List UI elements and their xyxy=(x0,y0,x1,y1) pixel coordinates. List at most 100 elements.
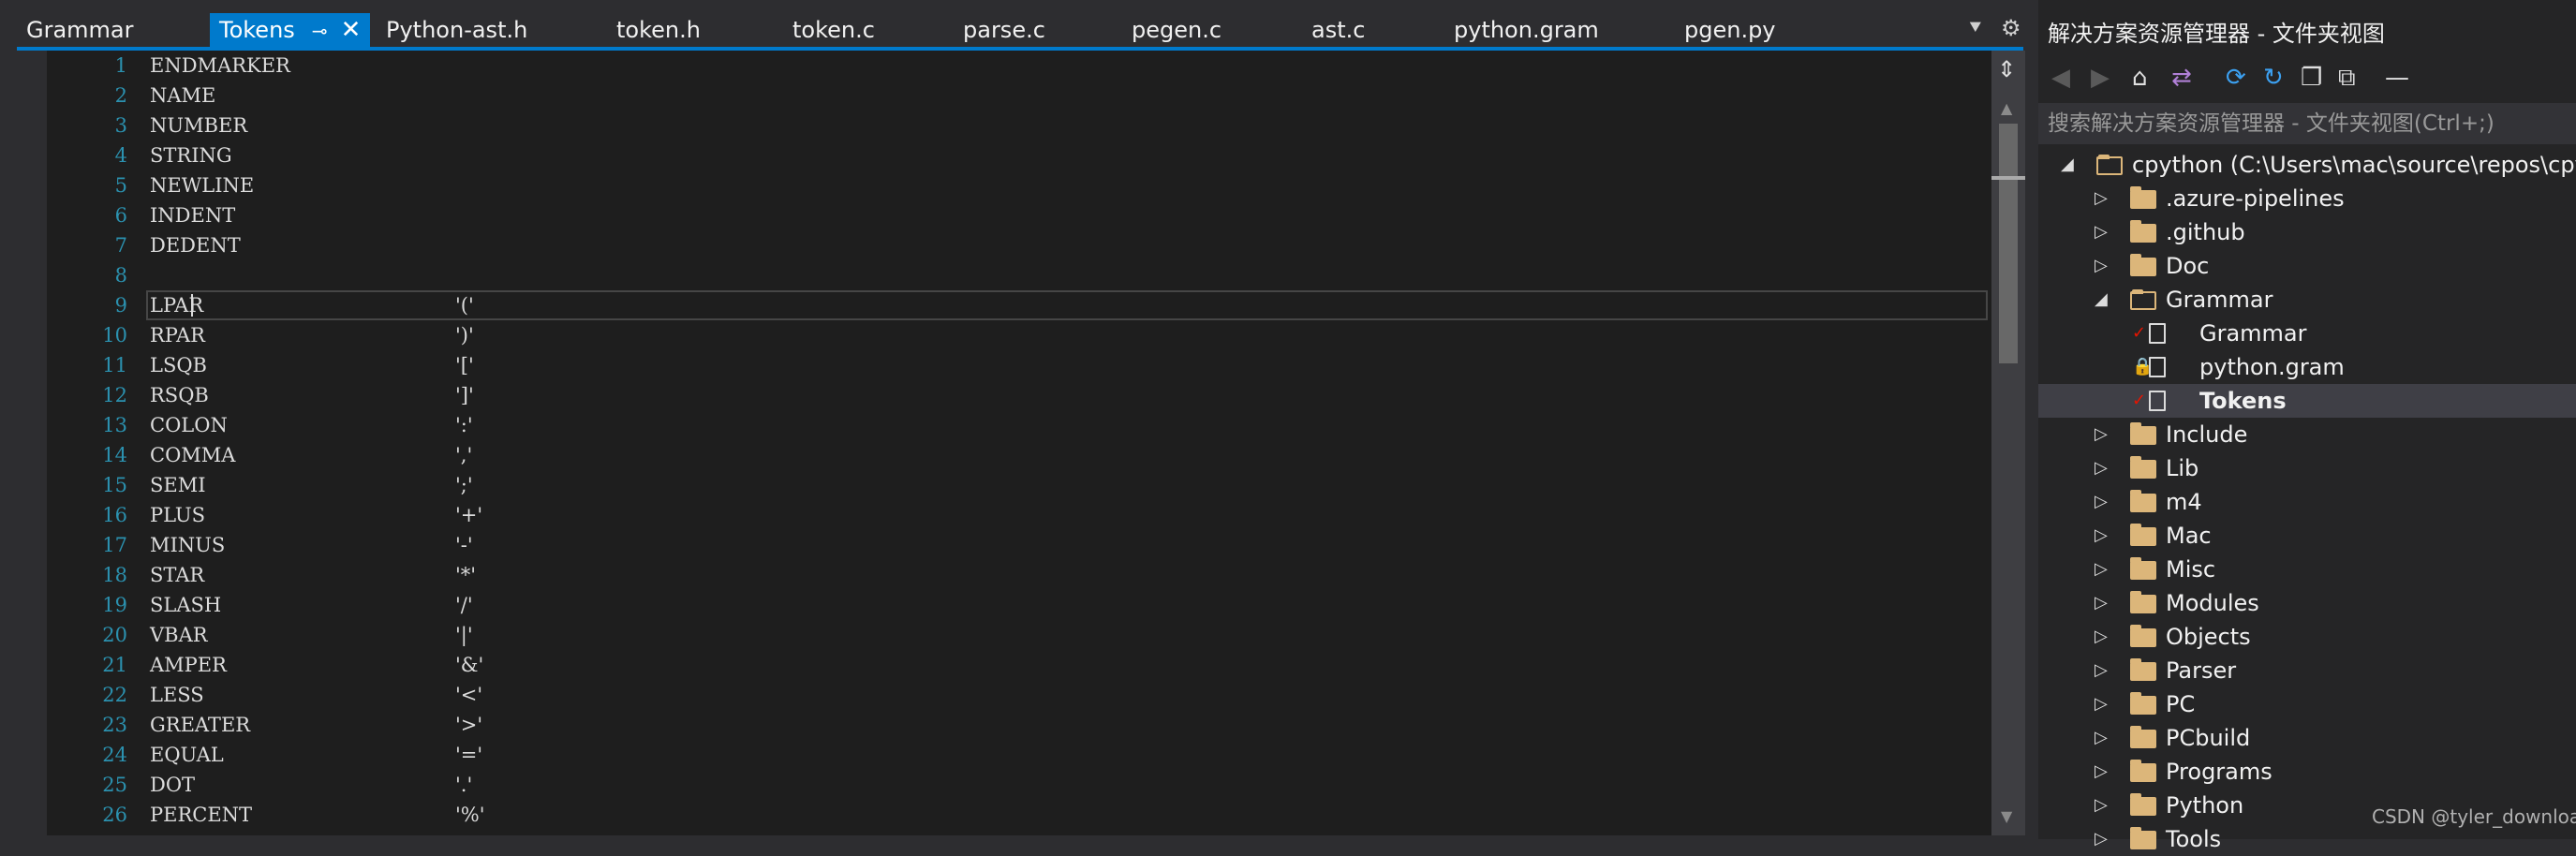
tree-file[interactable]: 🔒 python.gram xyxy=(2038,350,2576,384)
back-icon[interactable]: ◀ xyxy=(2051,64,2070,92)
tab-python-gram[interactable]: python.gram xyxy=(1454,13,1599,47)
collapsed-arrow-icon[interactable]: ▷ xyxy=(2095,822,2108,856)
token-value: ']' xyxy=(455,384,474,406)
collapse-all-icon[interactable]: ❐ xyxy=(2301,64,2322,92)
code-line[interactable]: 13 COLON ':' xyxy=(17,410,1991,440)
tree-folder[interactable]: ▷ m4 xyxy=(2038,485,2576,519)
code-line[interactable]: 7 DEDENT xyxy=(17,230,1991,260)
collapsed-arrow-icon[interactable]: ▷ xyxy=(2095,620,2108,654)
switch-views-icon[interactable]: ⇄ xyxy=(2171,64,2192,92)
collapsed-arrow-icon[interactable]: ▷ xyxy=(2095,654,2108,687)
code-line[interactable]: 10 RPAR ')' xyxy=(17,320,1991,350)
close-icon[interactable]: ✕ xyxy=(341,13,362,47)
collapsed-arrow-icon[interactable]: ▷ xyxy=(2095,789,2108,822)
tree-item-label: Doc xyxy=(2166,253,2210,279)
tree-folder[interactable]: ▷ Lib xyxy=(2038,451,2576,485)
code-line[interactable]: 17 MINUS '-' xyxy=(17,530,1991,560)
minimize-icon[interactable]: — xyxy=(2385,64,2409,92)
tab-parse-c[interactable]: parse.c xyxy=(963,13,1045,47)
code-line[interactable]: 22 LESS '<' xyxy=(17,680,1991,710)
token-name: NAME xyxy=(150,84,216,107)
code-line[interactable]: 14 COMMA ',' xyxy=(17,440,1991,470)
search-input[interactable] xyxy=(2038,103,2576,144)
collapsed-arrow-icon[interactable]: ▷ xyxy=(2095,182,2108,215)
tree-folder[interactable]: ▷ Mac xyxy=(2038,519,2576,553)
tab-token-h[interactable]: token.h xyxy=(616,13,701,47)
tree-folder[interactable]: ▷ Include xyxy=(2038,418,2576,451)
code-line[interactable]: 26 PERCENT '%' xyxy=(17,800,1991,830)
tree-folder[interactable]: ▷ PC xyxy=(2038,687,2576,721)
scroll-up-icon[interactable]: ▲ xyxy=(2001,99,2012,117)
tab-pegen-c[interactable]: pegen.c xyxy=(1132,13,1221,47)
collapsed-arrow-icon[interactable]: ▷ xyxy=(2095,755,2108,789)
tab-tokens[interactable]: Tokens ⊸ ✕ xyxy=(210,13,371,48)
sync-icon[interactable]: ⟳ xyxy=(2226,64,2246,92)
home-icon[interactable]: ⌂ xyxy=(2132,64,2148,92)
code-line[interactable]: 8 xyxy=(17,260,1991,290)
tab-python-ast-h[interactable]: Python-ast.h xyxy=(386,13,527,47)
code-line[interactable]: 24 EQUAL '=' xyxy=(17,740,1991,770)
tree-folder[interactable]: ▷ Misc xyxy=(2038,553,2576,586)
code-line[interactable]: 2 NAME xyxy=(17,81,1991,111)
collapsed-arrow-icon[interactable]: ▷ xyxy=(2095,721,2108,755)
tab-pgen-py[interactable]: pgen.py xyxy=(1684,13,1776,47)
forward-icon[interactable]: ▶ xyxy=(2091,64,2110,92)
collapsed-arrow-icon[interactable]: ▷ xyxy=(2095,418,2108,451)
tree-folder[interactable]: ▷ Modules xyxy=(2038,586,2576,620)
code-line[interactable]: 5 NEWLINE xyxy=(17,170,1991,200)
copy-icon[interactable]: ⧉ xyxy=(2338,64,2356,92)
code-line[interactable]: 4 STRING xyxy=(17,140,1991,170)
scroll-down-icon[interactable]: ▼ xyxy=(2001,807,2012,825)
collapsed-arrow-icon[interactable]: ▷ xyxy=(2095,451,2108,485)
split-editor-icon[interactable]: ⇕ xyxy=(1997,56,2016,82)
token-value: '+' xyxy=(455,504,483,526)
code-line[interactable]: 21 AMPER '&' xyxy=(17,650,1991,680)
tree-folder[interactable]: ▷ Parser xyxy=(2038,654,2576,687)
code-editor[interactable]: 1 ENDMARKER 2 NAME 3 NUMBER 4 STRING 5 NEWLINE 6 IN… xyxy=(17,51,1991,835)
tab-label: pegen.c xyxy=(1132,17,1222,43)
code-line[interactable]: 15 SEMI ';' xyxy=(17,470,1991,500)
collapsed-arrow-icon[interactable]: ▷ xyxy=(2095,215,2108,249)
collapsed-arrow-icon[interactable]: ▷ xyxy=(2095,249,2108,283)
tab-ast-c[interactable]: ast.c xyxy=(1311,13,1365,47)
token-name: COLON xyxy=(150,414,228,436)
refresh-icon[interactable]: ↻ xyxy=(2263,64,2284,92)
tree-folder[interactable]: ▷ Doc xyxy=(2038,249,2576,283)
collapsed-arrow-icon[interactable]: ▷ xyxy=(2095,687,2108,721)
expanded-arrow-icon[interactable]: ◢ xyxy=(2095,283,2108,317)
tree-file[interactable]: ✓ Grammar xyxy=(2038,317,2576,350)
tree-folder[interactable]: ◢ Grammar xyxy=(2038,283,2576,317)
code-line[interactable]: 1 ENDMARKER xyxy=(17,51,1991,81)
pin-icon[interactable]: ⊸ xyxy=(312,14,328,48)
code-line[interactable]: 23 GREATER '>' xyxy=(17,710,1991,740)
tree-folder[interactable]: ▷ .github xyxy=(2038,215,2576,249)
tree-folder[interactable]: ▷ Objects xyxy=(2038,620,2576,654)
code-line[interactable]: 18 STAR '*' xyxy=(17,560,1991,590)
code-line[interactable]: 25 DOT '.' xyxy=(17,770,1991,800)
collapsed-arrow-icon[interactable]: ▷ xyxy=(2095,485,2108,519)
tree-folder[interactable]: ▷ .azure-pipelines xyxy=(2038,182,2576,215)
code-line[interactable]: 11 LSQB '[' xyxy=(17,350,1991,380)
gear-icon[interactable]: ⚙ xyxy=(2001,15,2021,41)
code-line[interactable]: 16 PLUS '+' xyxy=(17,500,1991,530)
code-line[interactable]: 20 VBAR '|' xyxy=(17,620,1991,650)
tree-folder[interactable]: ▷ Programs xyxy=(2038,755,2576,789)
tree-folder[interactable]: ◢ cpython (C:\Users\mac\source\repos\cpyt… xyxy=(2038,148,2576,182)
collapsed-arrow-icon[interactable]: ▷ xyxy=(2095,586,2108,620)
code-line[interactable]: 12 RSQB ']' xyxy=(17,380,1991,410)
tree-folder[interactable]: ▷ PCbuild xyxy=(2038,721,2576,755)
scroll-thumb[interactable] xyxy=(1999,124,2018,363)
code-line[interactable]: 19 SLASH '/' xyxy=(17,590,1991,620)
code-line[interactable]: 6 INDENT xyxy=(17,200,1991,230)
tree-item-label: Tools xyxy=(2166,826,2222,852)
expanded-arrow-icon[interactable]: ◢ xyxy=(2061,148,2074,182)
collapsed-arrow-icon[interactable]: ▷ xyxy=(2095,553,2108,586)
tab-label: parse.c xyxy=(963,17,1045,43)
tab-token-c[interactable]: token.c xyxy=(792,13,875,47)
tab-dropdown-icon[interactable]: ⯆ xyxy=(1967,17,1984,40)
collapsed-arrow-icon[interactable]: ▷ xyxy=(2095,519,2108,553)
tree-file[interactable]: ✓ Tokens xyxy=(2038,384,2576,418)
vertical-scrollbar[interactable]: ⇕ ▲ ▼ xyxy=(1991,51,2025,835)
code-line[interactable]: 3 NUMBER xyxy=(17,111,1991,140)
tab-grammar[interactable]: Grammar xyxy=(26,13,134,47)
